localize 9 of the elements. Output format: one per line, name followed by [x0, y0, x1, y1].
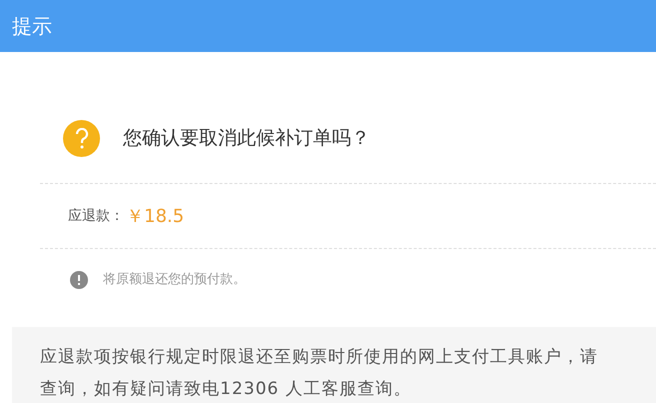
notice-text: 查询，如有疑问请致电12306 人工客服查询。	[40, 378, 412, 400]
dialog-title: 提示	[12, 13, 52, 40]
refund-label: 应退款：	[68, 206, 124, 226]
info-text: 将原额退还您的预付款。	[103, 271, 246, 290]
question-text: 您确认要取消此候补订单吗？	[123, 126, 370, 152]
notice-text: 应退款项按银行规定时限退还至购票时所使用的网上支付工具账户，请	[40, 346, 599, 369]
question-icon	[63, 120, 100, 157]
refund-amount: ￥18.5	[126, 204, 184, 228]
info-icon	[70, 271, 88, 289]
